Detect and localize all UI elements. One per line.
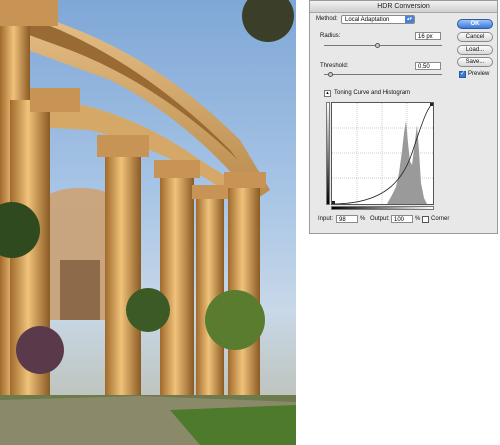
output-unit: % bbox=[415, 216, 421, 222]
output-gradient-bar bbox=[326, 102, 330, 205]
corner-label: Corner bbox=[431, 216, 450, 222]
method-value: Local Adaptation bbox=[345, 17, 390, 23]
disclosure-triangle-icon[interactable]: ▴ bbox=[324, 90, 331, 97]
radius-input[interactable]: 16 px bbox=[415, 32, 441, 40]
radius-slider-track[interactable] bbox=[324, 45, 442, 46]
preview-checkbox[interactable] bbox=[459, 70, 466, 78]
threshold-label: Threshold: bbox=[320, 63, 349, 69]
threshold-input[interactable]: 0.50 bbox=[415, 62, 441, 70]
toning-curve-histogram[interactable] bbox=[331, 102, 434, 205]
ok-button[interactable]: OK bbox=[457, 19, 493, 29]
output-field[interactable]: 100 bbox=[391, 215, 413, 223]
photo-preview bbox=[0, 0, 296, 445]
method-label: Method: bbox=[316, 16, 338, 22]
radius-label: Radius: bbox=[320, 33, 341, 39]
radius-slider-thumb[interactable] bbox=[375, 43, 381, 48]
threshold-slider-thumb[interactable] bbox=[327, 72, 333, 77]
cancel-button[interactable]: Cancel bbox=[457, 32, 493, 42]
output-label: Output: bbox=[370, 216, 390, 222]
toning-section-label: Toning Curve and Histogram bbox=[334, 90, 411, 96]
save-button[interactable]: Save... bbox=[457, 57, 493, 67]
input-field[interactable]: 98 bbox=[336, 215, 358, 223]
radius-unit: px bbox=[426, 34, 433, 40]
dialog-title: HDR Conversion bbox=[310, 1, 497, 13]
histogram bbox=[387, 121, 427, 204]
hdr-conversion-dialog: HDR Conversion Method: Local Adaptation … bbox=[309, 0, 498, 234]
corner-checkbox[interactable] bbox=[422, 216, 429, 223]
load-button[interactable]: Load... bbox=[457, 45, 493, 55]
threshold-slider-track[interactable] bbox=[324, 74, 442, 75]
input-gradient-bar bbox=[331, 206, 434, 210]
method-select[interactable]: Local Adaptation ▴▾ bbox=[341, 15, 415, 24]
preview-label: Preview bbox=[468, 71, 490, 77]
input-label: Input: bbox=[318, 216, 334, 222]
chevron-updown-icon: ▴▾ bbox=[405, 16, 414, 23]
input-unit: % bbox=[360, 216, 366, 222]
